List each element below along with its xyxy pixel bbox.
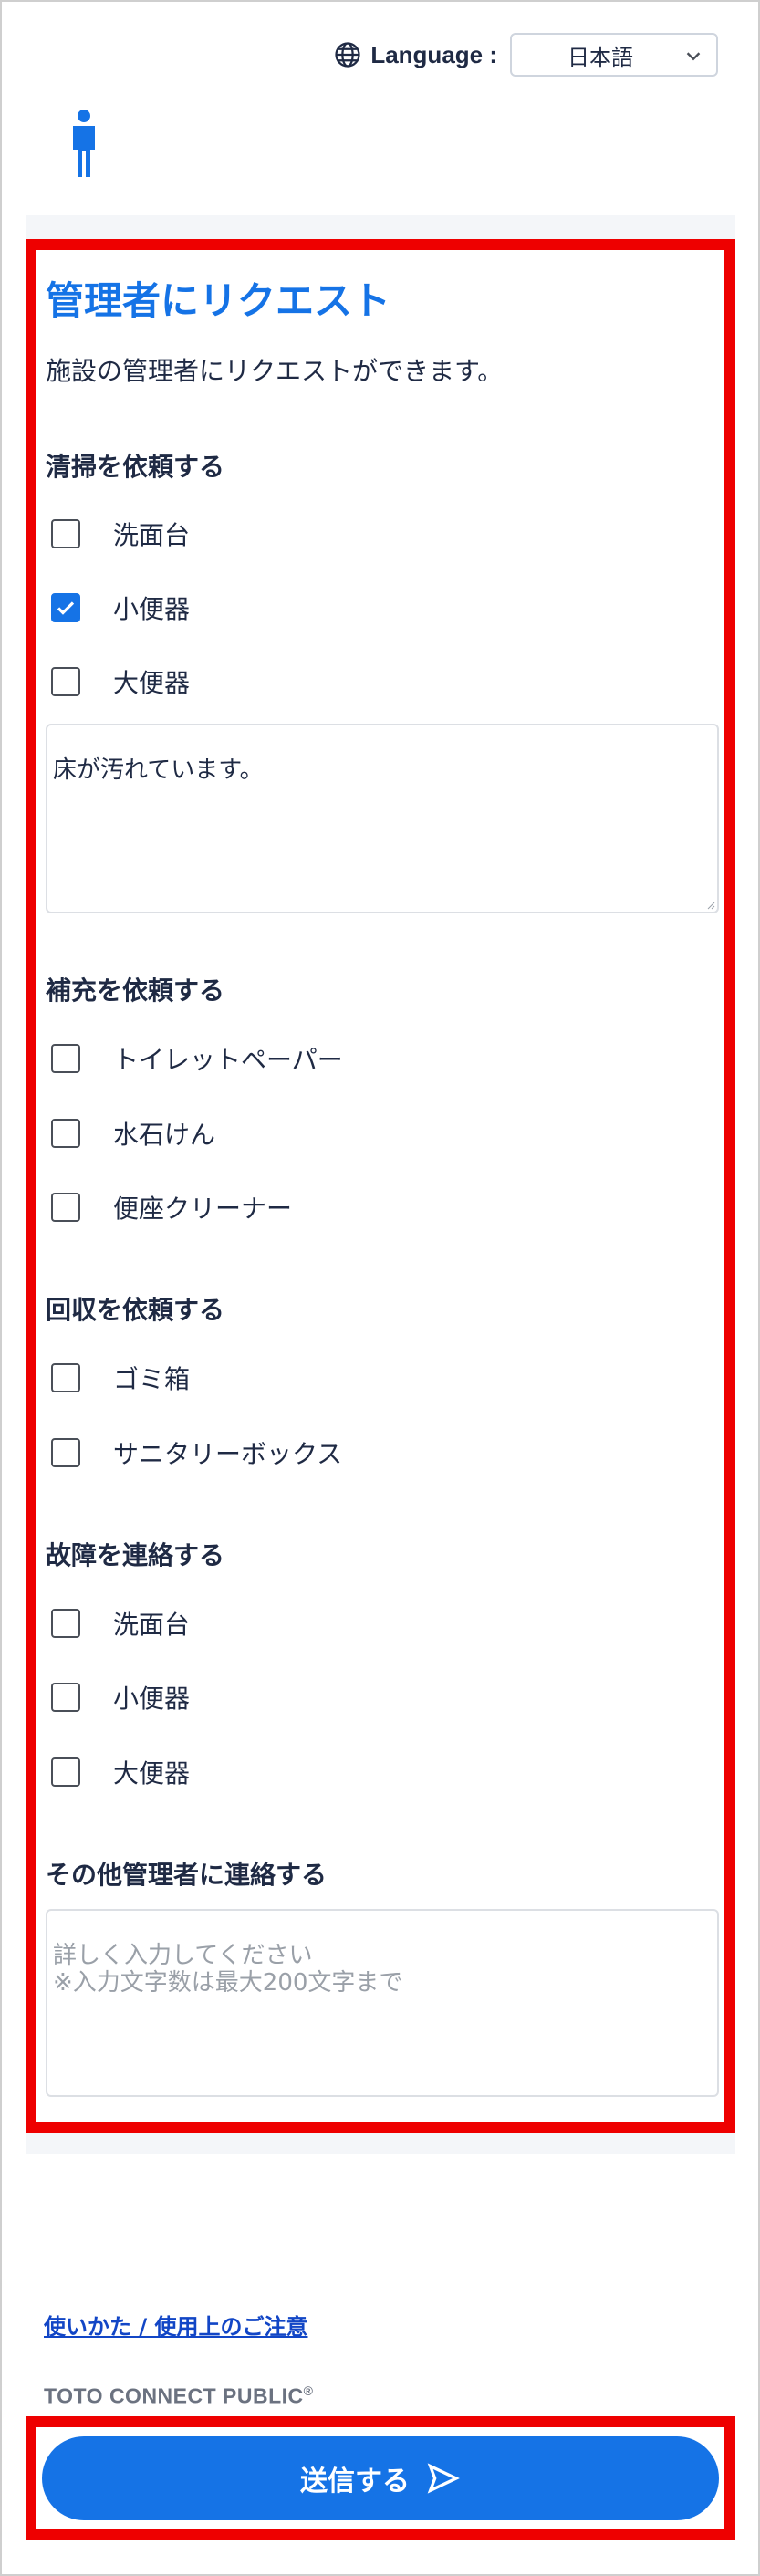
option-collect-trash[interactable]: ゴミ箱 [51,1360,190,1396]
other-comment-textarea[interactable]: 詳しく入力してください ※入力文字数は最大200文字まで [46,1909,719,2097]
checkbox[interactable] [51,1438,80,1467]
textarea-value: 床が汚れています。 [53,756,264,784]
page-title: 管理者にリクエスト [46,278,391,323]
textarea-placeholder: 詳しく入力してください ※入力文字数は最大200文字まで [53,1942,403,1997]
checkbox[interactable] [51,1683,80,1712]
option-label: 便座クリーナー [113,1194,293,1224]
person-icon [73,110,95,177]
option-label: サニタリーボックス [113,1439,343,1469]
option-label: 洗面台 [113,520,191,550]
option-label: 水石けん [113,1120,216,1150]
language-selector-row: Language : 日本語 [334,33,718,77]
checkbox[interactable] [51,1757,80,1787]
resize-grip-icon[interactable] [706,901,715,910]
checkbox[interactable] [51,667,80,696]
cleaning-comment-textarea[interactable]: 床が汚れています。 [46,724,719,913]
submit-label: 送信する [300,2466,410,2498]
language-label: Language : [370,40,497,68]
brand-text: TOTO CONNECT PUBLIC [44,2383,304,2408]
option-fault-urinal[interactable]: 小便器 [51,1679,190,1716]
checkbox[interactable] [51,1363,80,1392]
option-cleaning-toilet[interactable]: 大便器 [51,663,190,700]
section-title-other: その他管理者に連絡する [46,1860,328,1890]
option-collect-sanitary-box[interactable]: サニタリーボックス [51,1434,342,1471]
send-icon [427,2463,460,2494]
option-label: ゴミ箱 [113,1364,191,1394]
language-select-value: 日本語 [567,44,633,70]
chevron-down-icon [686,52,701,61]
option-label: 大便器 [113,668,191,698]
checkbox[interactable] [51,519,80,548]
option-cleaning-washbasin[interactable]: 洗面台 [51,516,190,552]
option-label: 小便器 [113,1684,191,1714]
section-title-malfunction: 故障を連絡する [46,1540,225,1570]
option-label: 大便器 [113,1758,191,1789]
brand-name: TOTO CONNECT PUBLIC® [44,2383,314,2409]
registered-mark: ® [303,2383,314,2398]
language-select[interactable]: 日本語 [510,33,718,77]
section-title-collection: 回収を依頼する [46,1295,225,1325]
option-fault-toilet[interactable]: 大便器 [51,1754,190,1790]
checkbox[interactable] [51,1044,80,1073]
option-supply-seat-cleaner[interactable]: 便座クリーナー [51,1189,292,1225]
globe-icon [335,42,360,68]
page-description: 施設の管理者にリクエストができます。 [46,356,504,386]
check-icon [57,601,75,615]
checkbox-checked[interactable] [51,593,80,622]
checkbox[interactable] [51,1193,80,1222]
option-label: トイレットペーパー [113,1045,343,1075]
submit-button[interactable]: 送信する [42,2436,719,2520]
checkbox[interactable] [51,1119,80,1148]
option-label: 洗面台 [113,1610,191,1640]
option-fault-washbasin[interactable]: 洗面台 [51,1605,190,1642]
option-supply-liquid-soap[interactable]: 水石けん [51,1115,215,1152]
section-title-cleaning: 清掃を依頼する [46,452,225,482]
usage-notes-link[interactable]: 使いかた / 使用上のご注意 [44,2309,307,2341]
section-title-supplies: 補充を依頼する [46,975,225,1006]
option-supply-toilet-paper[interactable]: トイレットペーパー [51,1040,343,1077]
option-cleaning-urinal[interactable]: 小便器 [51,589,190,626]
option-label: 小便器 [113,594,191,624]
checkbox[interactable] [51,1609,80,1638]
